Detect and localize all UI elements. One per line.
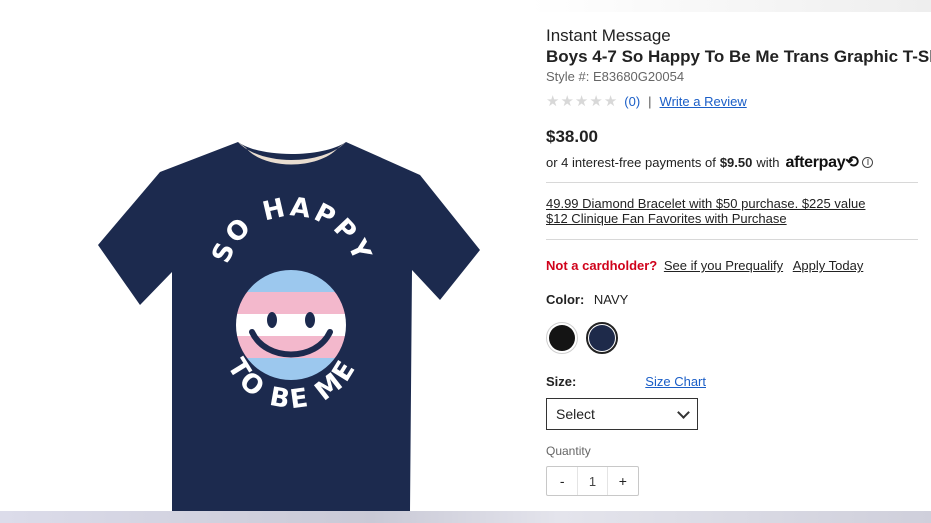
afterpay-amount: $9.50 [719, 154, 753, 170]
prequalify-link[interactable]: See if you Prequalify [664, 258, 783, 273]
swatch-navy-dot [589, 325, 615, 351]
color-label: Color: [546, 292, 585, 307]
afterpay-logo-text: afterpay [785, 154, 846, 171]
quantity-value[interactable]: 1 [577, 467, 608, 495]
brand-name[interactable]: Instant Message [546, 26, 920, 46]
stripe-2 [236, 292, 346, 314]
apply-today-link[interactable]: Apply Today [793, 258, 864, 273]
color-label-row: Color: NAVY [546, 292, 920, 308]
product-details: Instant Message Boys 4-7 So Happy To Be … [546, 26, 931, 496]
afterpay-prefix: or 4 interest-free payments of [546, 154, 716, 170]
size-chart-link[interactable]: Size Chart [645, 374, 706, 390]
top-strip [530, 0, 931, 12]
chevron-down-icon [677, 405, 690, 419]
afterpay-arrows-icon: ⟲ [845, 154, 859, 171]
quantity-increase-button[interactable]: + [608, 467, 638, 495]
star-icon: ★ [546, 92, 560, 110]
size-select[interactable]: Select [546, 398, 698, 430]
product-image[interactable]: SO HAPPY TO BE ME [0, 0, 530, 523]
star-icon: ★ [589, 92, 603, 110]
star-icon: ★ [560, 92, 574, 110]
smiley-eye-left [267, 312, 277, 328]
swatch-navy[interactable] [586, 322, 618, 354]
cardholder-row: Not a cardholder? See if you Prequalify … [546, 258, 920, 274]
divider [546, 239, 918, 240]
tshirt-image: SO HAPPY TO BE ME [98, 142, 480, 512]
swatch-black[interactable] [546, 322, 578, 354]
rating-row: ★ ★ ★ ★ ★ (0) | Write a Review [546, 91, 920, 111]
afterpay-logo[interactable]: afterpay⟲ [785, 152, 858, 172]
promotions: 49.99 Diamond Bracelet with $50 purchase… [546, 183, 920, 226]
size-select-value: Select [556, 406, 595, 422]
promo-link-1[interactable]: 49.99 Diamond Bracelet with $50 purchase… [546, 196, 920, 211]
star-rating[interactable]: ★ ★ ★ ★ ★ [546, 94, 617, 109]
promo-link-2[interactable]: $12 Clinique Fan Favorites with Purchase [546, 211, 920, 226]
star-icon: ★ [603, 92, 618, 110]
afterpay-with: with [756, 154, 780, 170]
color-value: NAVY [593, 292, 629, 307]
star-icon: ★ [574, 92, 589, 110]
afterpay-row: or 4 interest-free payments of $9.50 wit… [546, 152, 920, 172]
product-title: Boys 4-7 So Happy To Be Me Trans Graphic… [546, 47, 931, 66]
quantity-label: Quantity [546, 444, 591, 458]
color-swatches [546, 322, 920, 354]
quantity-stepper: - 1 + [546, 466, 639, 496]
size-label: Size: [546, 374, 577, 389]
size-header: Size: Size Chart [546, 374, 706, 390]
write-review-link[interactable]: Write a Review [660, 94, 747, 109]
quantity-decrease-button[interactable]: - [547, 467, 577, 495]
info-icon[interactable]: i [862, 156, 874, 168]
price: $38.00 [546, 127, 598, 146]
swatch-black-dot [549, 325, 575, 351]
style-number: Style #: E83680G20054 [546, 69, 685, 84]
separator: | [648, 93, 652, 109]
review-count-link[interactable]: (0) [624, 94, 640, 109]
not-cardholder-label: Not a cardholder? [546, 258, 658, 273]
smiley-eye-right [305, 312, 315, 328]
bottom-strip [0, 511, 931, 523]
